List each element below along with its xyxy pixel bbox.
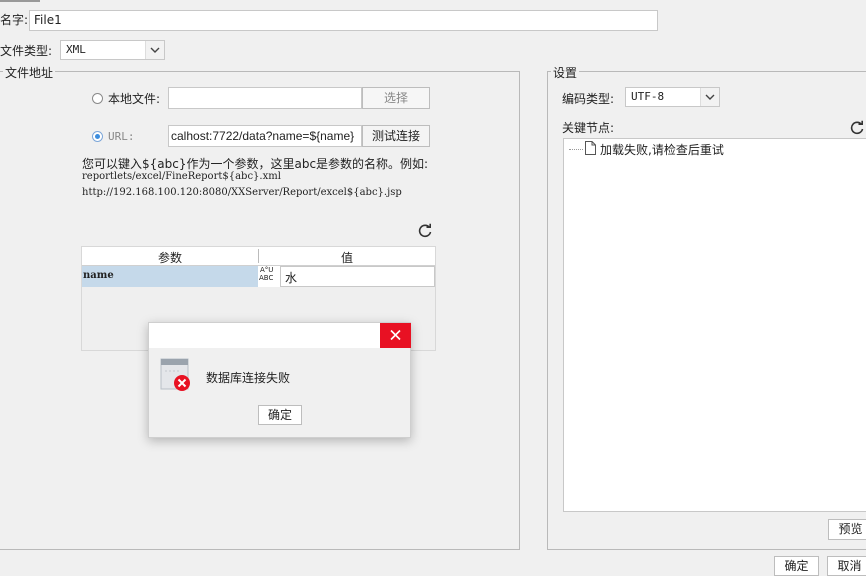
- local-file-radio[interactable]: [92, 93, 103, 104]
- dialog-message: 数据库连接失败: [206, 371, 291, 385]
- local-file-input[interactable]: [168, 87, 362, 109]
- param-type-icon[interactable]: A°U ABC: [258, 266, 280, 287]
- error-dialog: 数据库连接失败 确定: [148, 322, 411, 438]
- key-node-label: 关键节点:: [562, 121, 615, 135]
- select-file-button[interactable]: 选择: [362, 87, 430, 109]
- close-button[interactable]: [380, 323, 411, 348]
- url-label: URL:: [108, 130, 135, 143]
- hint-text: 您可以键入${abc}作为一个参数，这里abc是参数的名称。例如:: [82, 157, 429, 171]
- error-icon: [160, 358, 192, 392]
- file-icon: [585, 141, 596, 155]
- url-radio[interactable]: [92, 131, 103, 142]
- key-node-tree[interactable]: 加载失败,请检查后重试: [563, 138, 866, 512]
- file-type-label: 文件类型:: [0, 44, 53, 58]
- hint-example-2: http://192.168.100.120:8080/XXServer/Rep…: [82, 187, 402, 198]
- chevron-down-icon[interactable]: [700, 88, 719, 106]
- param-table-header: 参数 值: [82, 247, 435, 266]
- local-file-label: 本地文件:: [108, 92, 161, 106]
- cancel-button[interactable]: 取消: [827, 556, 866, 576]
- name-input[interactable]: File1: [29, 10, 658, 31]
- encoding-value: UTF-8: [631, 90, 665, 103]
- hint-example-1: reportlets/excel/FineReport${abc}.xml: [82, 171, 281, 182]
- dialog-titlebar: [149, 323, 410, 348]
- ok-button[interactable]: 确定: [774, 556, 819, 576]
- close-icon: [390, 329, 401, 341]
- file-address-legend: 文件地址: [3, 64, 56, 81]
- name-label: 名字:: [0, 13, 29, 27]
- refresh-icon[interactable]: [417, 223, 433, 239]
- settings-legend: 设置: [551, 64, 580, 81]
- test-connection-button[interactable]: 测试连接: [362, 125, 430, 147]
- encoding-select[interactable]: UTF-8: [625, 87, 720, 107]
- type-badge-top: A°U: [260, 266, 274, 274]
- preview-button[interactable]: 预览: [828, 519, 866, 540]
- url-input[interactable]: calhost:7722/data?name=${name}: [168, 125, 362, 147]
- file-type-value: XML: [66, 43, 86, 56]
- type-badge-bottom: ABC: [259, 274, 274, 282]
- file-type-select[interactable]: XML: [60, 40, 165, 60]
- encoding-label: 编码类型:: [562, 92, 615, 106]
- dialog-ok-button[interactable]: 确定: [258, 405, 302, 425]
- url-input-value: calhost:7722/data?name=${name}: [171, 129, 355, 143]
- chevron-down-icon[interactable]: [145, 41, 164, 59]
- param-header-value: 值: [340, 251, 353, 265]
- param-value-input[interactable]: 水: [280, 266, 435, 287]
- tree-item[interactable]: 加载失败,请检查后重试: [600, 141, 724, 158]
- window-title-fragment: [0, 0, 60, 4]
- name-input-value: File1: [34, 13, 62, 27]
- refresh-icon[interactable]: [849, 120, 865, 136]
- param-header-name: 参数: [157, 251, 182, 265]
- table-row[interactable]: name A°U ABC 水: [82, 266, 435, 287]
- param-name-cell[interactable]: name: [82, 266, 258, 287]
